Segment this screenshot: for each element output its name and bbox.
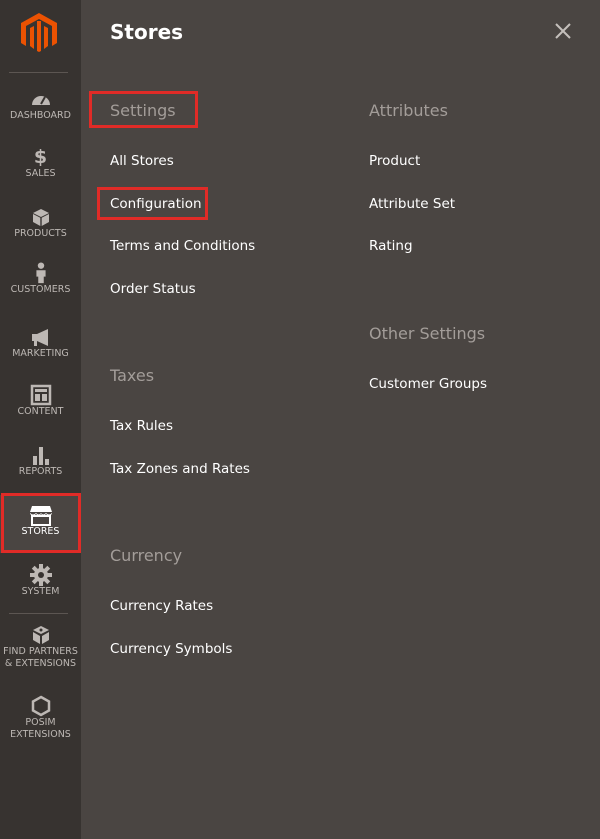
nav-find-partners-label-1: FIND PARTNERS: [3, 646, 78, 657]
megaphone-icon: [31, 329, 48, 346]
nav-reports[interactable]: REPORTS: [0, 444, 81, 482]
nav-content[interactable]: CONTENT: [0, 384, 81, 422]
nav-dashboard-label: DASHBOARD: [10, 110, 71, 121]
section-title-currency: Currency: [110, 546, 183, 565]
link-all-stores[interactable]: All Stores: [110, 153, 174, 169]
dashboard-icon: [31, 96, 50, 105]
cube-icon: [32, 209, 49, 226]
nav-sales-label: SALES: [25, 168, 56, 179]
nav-products-label: PRODUCTS: [14, 228, 67, 239]
configuration-highlight-box: [97, 187, 208, 220]
link-tax-zones-and-rates[interactable]: Tax Zones and Rates: [110, 461, 250, 477]
admin-sidebar: DASHBOARD $ SALES PRODUCTS CUSTOMERS MAR…: [0, 0, 81, 839]
stores-highlight-box: [1, 493, 81, 553]
logo-divider: [9, 72, 68, 73]
dollar-icon: $: [33, 146, 48, 168]
nav-posim-label-1: POSIM: [25, 717, 56, 728]
hexagon-icon: [31, 695, 50, 717]
magento-logo[interactable]: [21, 13, 57, 53]
layout-icon: [30, 384, 51, 406]
nav-marketing[interactable]: MARKETING: [0, 326, 81, 364]
settings-highlight-box: [89, 91, 198, 128]
nav-products[interactable]: PRODUCTS: [0, 206, 81, 244]
nav-system[interactable]: SYSTEM: [0, 564, 81, 602]
bar-chart-icon: [32, 447, 49, 465]
close-icon[interactable]: [553, 21, 573, 41]
nav-reports-label: REPORTS: [18, 466, 63, 477]
link-currency-rates[interactable]: Currency Rates: [110, 598, 213, 614]
nav-content-label: CONTENT: [17, 406, 64, 417]
link-terms-and-conditions[interactable]: Terms and Conditions: [110, 238, 255, 254]
link-rating[interactable]: Rating: [369, 238, 413, 254]
nav-divider: [9, 613, 68, 614]
person-icon: [35, 262, 46, 284]
section-title-attributes: Attributes: [369, 101, 448, 120]
link-order-status[interactable]: Order Status: [110, 281, 196, 297]
nav-system-label: SYSTEM: [21, 586, 60, 597]
nav-find-partners[interactable]: FIND PARTNERS & EXTENSIONS: [0, 624, 81, 674]
nav-find-partners-label-2: & EXTENSIONS: [4, 658, 77, 669]
panel-title: Stores: [110, 20, 184, 44]
gear-icon: [29, 564, 52, 586]
section-title-other-settings: Other Settings: [369, 324, 486, 343]
link-attribute-set[interactable]: Attribute Set: [369, 196, 455, 212]
nav-sales[interactable]: $ SALES: [0, 146, 81, 184]
nav-dashboard[interactable]: DASHBOARD: [0, 88, 81, 126]
link-tax-rules[interactable]: Tax Rules: [110, 418, 173, 434]
nav-customers[interactable]: CUSTOMERS: [0, 262, 81, 304]
blocks-icon: [32, 626, 49, 644]
nav-customers-label: CUSTOMERS: [10, 284, 71, 295]
link-product[interactable]: Product: [369, 153, 420, 169]
section-title-taxes: Taxes: [110, 366, 155, 385]
link-customer-groups[interactable]: Customer Groups: [369, 376, 487, 392]
nav-posim-label-2: EXTENSIONS: [10, 729, 71, 740]
link-currency-symbols[interactable]: Currency Symbols: [110, 641, 232, 657]
nav-posim-extensions[interactable]: POSIM EXTENSIONS: [0, 695, 81, 745]
nav-marketing-label: MARKETING: [12, 348, 69, 359]
